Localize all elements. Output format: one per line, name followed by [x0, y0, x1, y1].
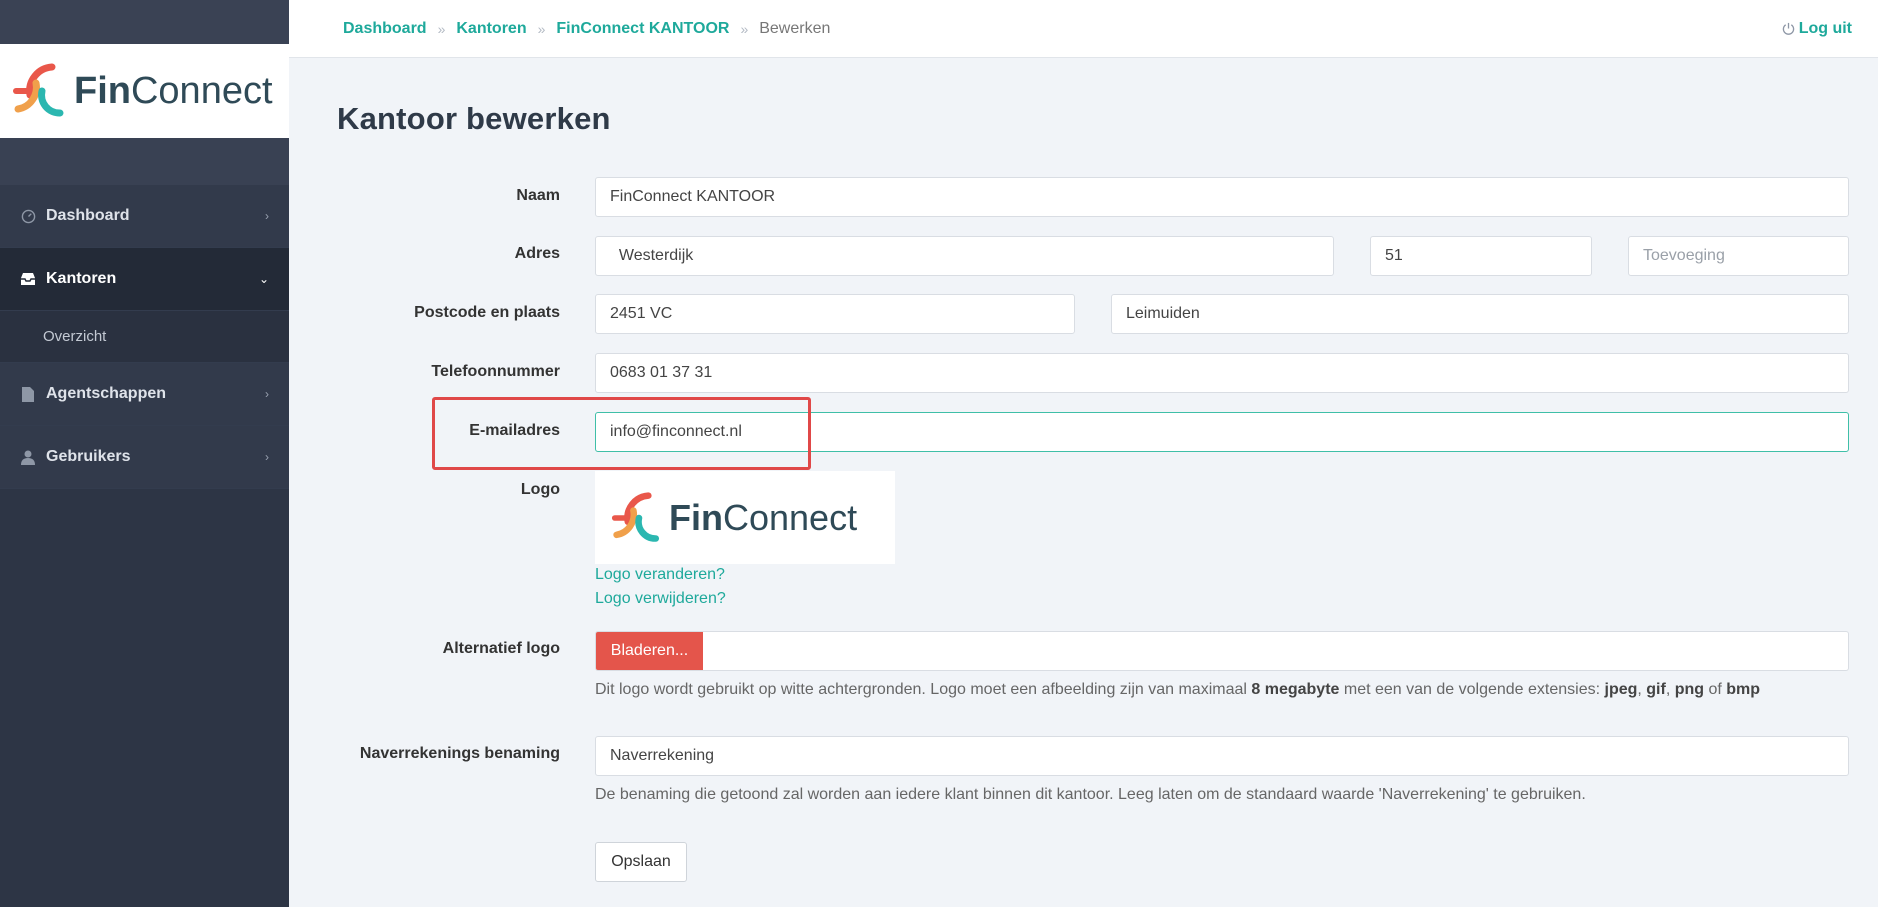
breadcrumb-kantoren[interactable]: Kantoren — [456, 20, 526, 38]
save-button[interactable]: Opslaan — [595, 842, 687, 882]
telefoon-label: Telefoonnummer — [431, 363, 560, 380]
sidebar-item-agentschappen[interactable]: Agentschappen › — [0, 363, 289, 426]
city-input[interactable] — [1111, 294, 1849, 334]
logo-label: Logo — [520, 481, 560, 498]
postcode-input[interactable] — [595, 294, 1075, 334]
brand-wordmark: FinConnect — [74, 69, 273, 112]
browse-button[interactable]: Bladeren... — [596, 632, 703, 670]
power-icon — [1782, 22, 1795, 35]
naverrekening-input[interactable] — [595, 736, 1849, 776]
brand-logo[interactable]: FinConnect — [0, 44, 289, 138]
chevron-right-icon: › — [265, 209, 269, 223]
breadcrumb: Dashboard » Kantoren » FinConnect KANTOO… — [343, 20, 1782, 38]
sidebar-subitem-overzicht[interactable]: Overzicht — [0, 311, 289, 363]
sidebar-item-label: Kantoren — [46, 270, 117, 287]
naverrekening-help: De benaming die getoond zal worden aan i… — [595, 786, 1586, 803]
phone-input[interactable] — [595, 353, 1849, 393]
breadcrumb-separator: » — [537, 20, 546, 37]
finconnect-logo-icon — [13, 63, 64, 117]
sidebar-item-gebruikers[interactable]: Gebruikers › — [0, 426, 289, 489]
naam-label: Naam — [516, 187, 560, 204]
logout-button[interactable]: Log uit — [1782, 20, 1852, 38]
alt-logo-file-input[interactable]: Bladeren... — [595, 631, 1849, 671]
breadcrumb-kantoor[interactable]: FinConnect KANTOOR — [556, 20, 729, 38]
sidebar-item-label: Gebruikers — [46, 448, 131, 465]
sidebar-subitem-label: Overzicht — [43, 328, 107, 345]
finconnect-logo-icon — [611, 491, 660, 542]
alt-logo-help: Dit logo wordt gebruikt op witte achterg… — [595, 681, 1761, 698]
chevron-down-icon: ⌄ — [258, 272, 269, 286]
main-content: Kantoor bewerken Naam Adres Postcode en … — [289, 59, 1878, 907]
breadcrumb-separator: » — [437, 20, 446, 37]
inbox-icon — [20, 271, 36, 287]
sidebar-spacer — [0, 138, 289, 185]
document-icon — [20, 386, 36, 402]
house-number-input[interactable] — [1370, 236, 1592, 276]
breadcrumb-dashboard[interactable]: Dashboard — [343, 20, 427, 38]
street-input[interactable] — [595, 236, 1334, 276]
user-icon — [20, 449, 36, 465]
email-input[interactable] — [595, 412, 1849, 452]
sidebar-top-strip — [0, 0, 289, 44]
naam-input[interactable] — [595, 177, 1849, 217]
change-logo-link[interactable]: Logo veranderen? — [595, 566, 725, 584]
sidebar: FinConnect Dashboard › Kantoren ⌄ Overzi… — [0, 0, 289, 907]
addition-input[interactable] — [1628, 236, 1849, 276]
adres-label: Adres — [514, 245, 560, 262]
sidebar-item-kantoren[interactable]: Kantoren ⌄ — [0, 248, 289, 311]
postcode-label: Postcode en plaats — [414, 304, 560, 321]
breadcrumb-separator: » — [740, 20, 749, 37]
remove-logo-link[interactable]: Logo verwijderen? — [595, 590, 726, 608]
logo-wordmark: FinConnect — [669, 496, 858, 538]
chevron-right-icon: › — [265, 387, 269, 401]
email-label: E-mailadres — [469, 422, 560, 439]
breadcrumb-current: Bewerken — [759, 19, 831, 37]
logo-preview: FinConnect — [595, 471, 895, 564]
page-title: Kantoor bewerken — [337, 101, 611, 136]
top-bar: Dashboard » Kantoren » FinConnect KANTOO… — [289, 0, 1878, 58]
sidebar-item-dashboard[interactable]: Dashboard › — [0, 185, 289, 248]
naverrekening-label: Naverrekenings benaming — [359, 745, 560, 762]
chevron-right-icon: › — [265, 450, 269, 464]
sidebar-item-label: Agentschappen — [46, 385, 167, 402]
alt-logo-label: Alternatief logo — [442, 640, 560, 657]
dashboard-icon — [20, 208, 36, 224]
sidebar-item-label: Dashboard — [46, 207, 130, 224]
logout-label: Log uit — [1798, 19, 1852, 37]
